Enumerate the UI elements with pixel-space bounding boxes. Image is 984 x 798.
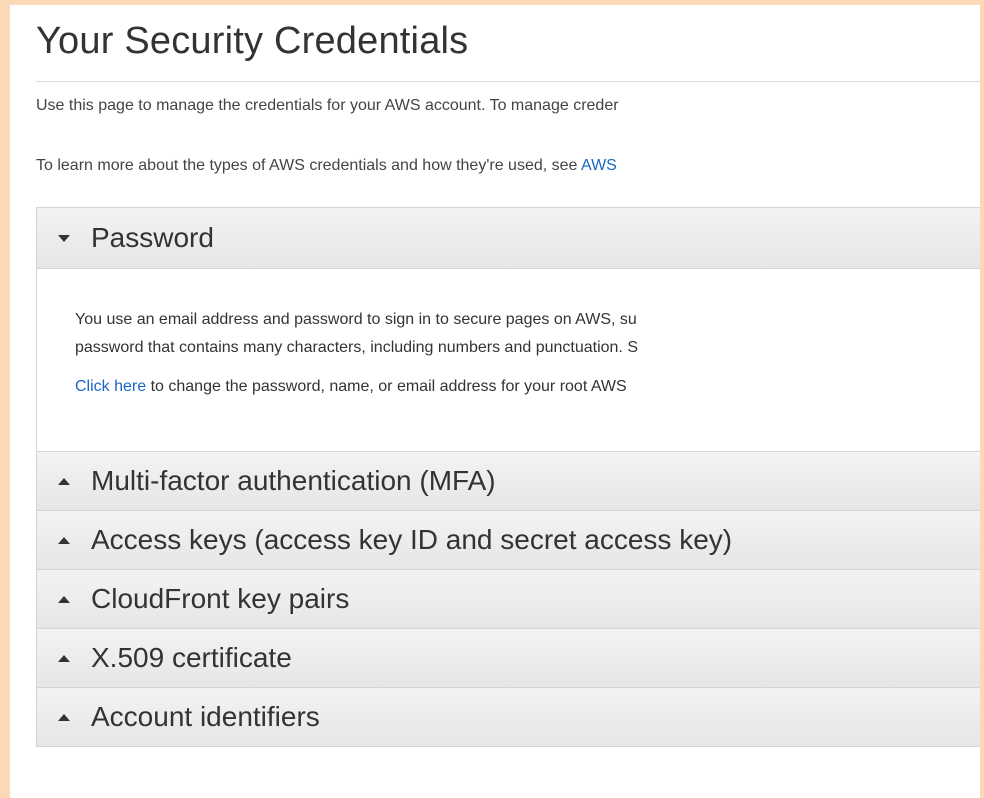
panel-title-password: Password bbox=[91, 222, 214, 253]
change-password-followup: to change the password, name, or email a… bbox=[146, 378, 627, 395]
caret-up-icon bbox=[57, 536, 91, 545]
panel-header-cloudfront-key-pairs[interactable]: CloudFront key pairs bbox=[37, 569, 980, 628]
intro-text: Use this page to manage the credentials … bbox=[36, 97, 619, 114]
panel-body-password: You use an email address and password to… bbox=[37, 268, 980, 451]
password-description-line-1: You use an email address and password to… bbox=[75, 311, 637, 328]
caret-up-icon bbox=[57, 713, 91, 722]
click-here-link[interactable]: Click here bbox=[75, 378, 146, 395]
page-title: Your Security Credentials bbox=[36, 20, 469, 62]
panel-title-cloudfront-key-pairs: CloudFront key pairs bbox=[91, 583, 350, 614]
panel-header-x509-certificate[interactable]: X.509 certificate bbox=[37, 628, 980, 687]
title-divider bbox=[36, 81, 980, 82]
panel-header-mfa[interactable]: Multi-factor authentication (MFA) bbox=[37, 451, 980, 510]
credentials-accordion: Password You use an email address and pa… bbox=[36, 207, 980, 747]
caret-up-icon bbox=[57, 595, 91, 604]
panel-title-mfa: Multi-factor authentication (MFA) bbox=[91, 465, 496, 496]
panel-title-x509-certificate: X.509 certificate bbox=[91, 642, 292, 673]
caret-down-icon bbox=[57, 234, 91, 243]
learn-more-label: To learn more about the types of AWS cre… bbox=[36, 157, 581, 174]
panel-header-account-identifiers[interactable]: Account identifiers bbox=[37, 687, 980, 746]
change-password-text: Click here to change the password, name,… bbox=[75, 373, 980, 401]
panel-header-access-keys[interactable]: Access keys (access key ID and secret ac… bbox=[37, 510, 980, 569]
aws-docs-link[interactable]: AWS bbox=[581, 157, 617, 174]
panel-title-account-identifiers: Account identifiers bbox=[91, 701, 320, 732]
security-credentials-page: Your Security Credentials Use this page … bbox=[10, 5, 980, 798]
caret-up-icon bbox=[57, 654, 91, 663]
caret-up-icon bbox=[57, 477, 91, 486]
learn-more-text: To learn more about the types of AWS cre… bbox=[36, 157, 617, 175]
password-description-line-2: password that contains many characters, … bbox=[75, 339, 638, 356]
panel-title-access-keys: Access keys (access key ID and secret ac… bbox=[91, 524, 733, 555]
panel-header-password[interactable]: Password bbox=[37, 208, 980, 268]
